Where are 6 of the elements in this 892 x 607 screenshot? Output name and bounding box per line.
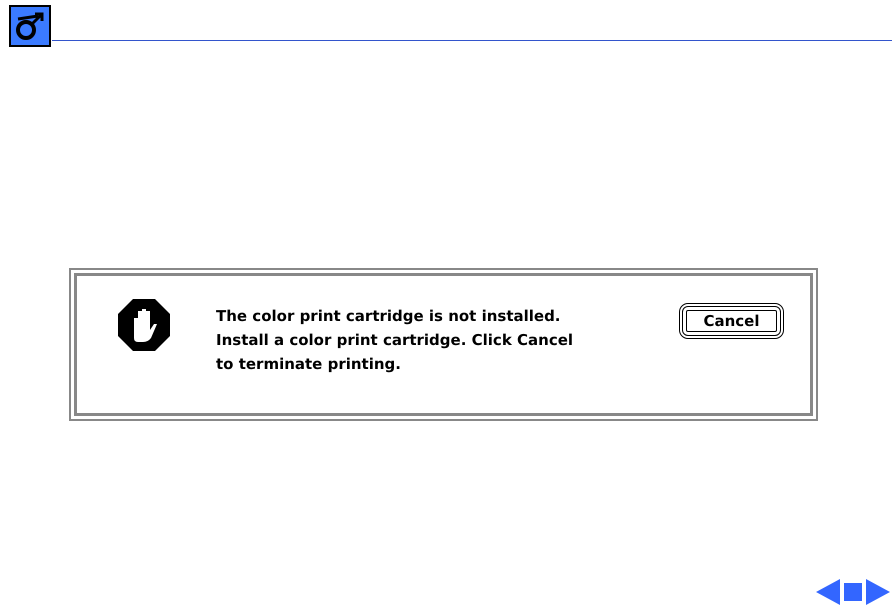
- alert-message: The color print cartridge is not installed. Install a color print cartridge. Click Cancel to terminate printing.: [216, 306, 574, 375]
- previous-icon[interactable]: [816, 579, 840, 605]
- next-icon[interactable]: [866, 579, 890, 605]
- logo-icon: [8, 4, 52, 48]
- stop-icon: [117, 298, 171, 352]
- cancel-button[interactable]: Cancel: [679, 303, 784, 339]
